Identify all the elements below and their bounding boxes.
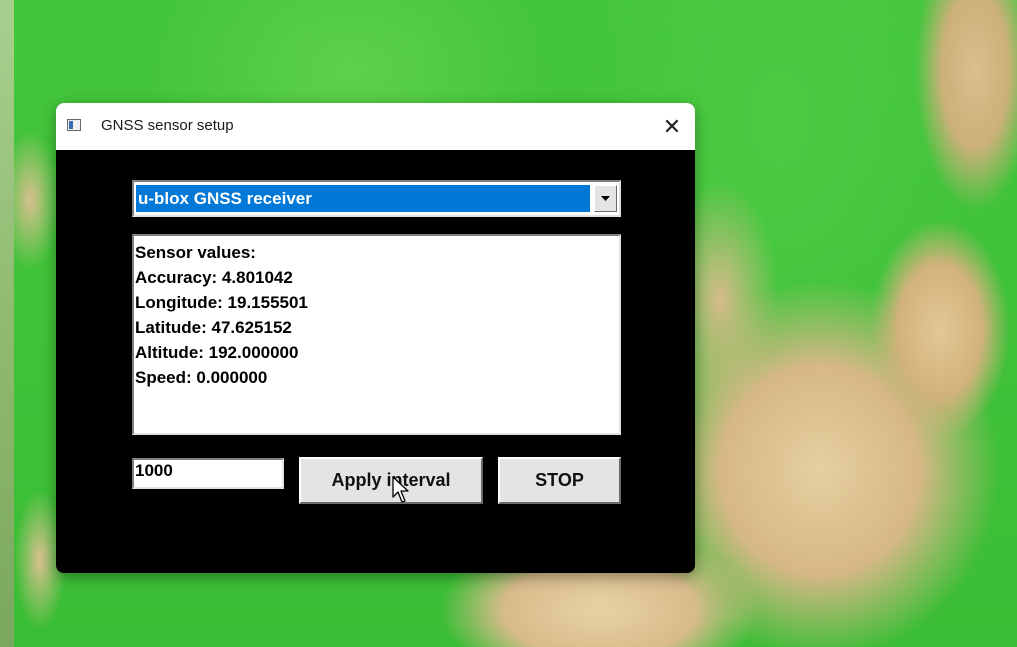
longitude-value: Longitude: 19.155501: [135, 293, 308, 312]
window-title: GNSS sensor setup: [101, 117, 234, 134]
interval-input[interactable]: 1000: [132, 458, 284, 489]
gnss-setup-window: GNSS sensor setup ✕ u-blox GNSS receiver…: [56, 103, 695, 573]
sensor-values-textbox[interactable]: Sensor values: Accuracy: 4.801042 Longit…: [132, 234, 621, 435]
stop-button[interactable]: STOP: [498, 457, 621, 504]
app-window-icon: [67, 119, 81, 131]
accuracy-value: Accuracy: 4.801042: [135, 268, 293, 287]
window-titlebar[interactable]: GNSS sensor setup ✕: [56, 103, 695, 150]
sensor-values-heading: Sensor values:: [135, 243, 256, 262]
close-icon: ✕: [662, 113, 682, 139]
chevron-down-icon: [601, 196, 610, 201]
desktop-edge-strip: [0, 0, 14, 647]
speed-value: Speed: 0.000000: [135, 368, 268, 387]
apply-interval-button[interactable]: Apply interval: [299, 457, 483, 504]
latitude-value: Latitude: 47.625152: [135, 318, 292, 337]
sensor-select-dropdown-button[interactable]: [594, 185, 617, 212]
sensor-select[interactable]: u-blox GNSS receiver: [132, 180, 621, 217]
sensor-select-value: u-blox GNSS receiver: [136, 185, 590, 212]
close-button[interactable]: ✕: [649, 103, 695, 150]
altitude-value: Altitude: 192.000000: [135, 343, 299, 362]
